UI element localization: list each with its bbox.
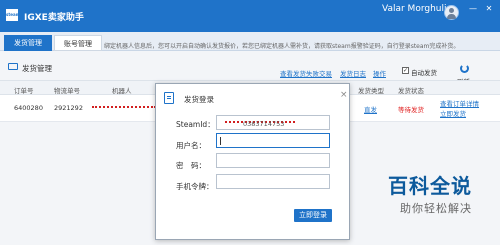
header-robot: 机器人: [112, 87, 132, 95]
ship-login-dialog: 发货登录 × SteamId： 0383714753 用户名： 密 码： 手机令…: [155, 83, 350, 240]
robot-cell-redacted: [92, 106, 156, 109]
username-label: 用户名：: [176, 141, 206, 150]
ship-type-cell[interactable]: 直发: [364, 104, 377, 114]
refresh-icon[interactable]: [460, 64, 469, 73]
notice-text: 绑定机器人信息后，您可以开启自动确认发货报价，若您已绑定机器人需补货，请获取st…: [104, 43, 460, 50]
watermark-subtitle: 助你轻松解决: [400, 202, 472, 215]
tab-bar: 发货管理 账号管理 绑定机器人信息后，您可以开启自动确认发货报价，若您已绑定机器…: [0, 32, 500, 51]
failed-trades-link[interactable]: 查看发货失败交易: [280, 68, 332, 78]
password-input[interactable]: [216, 153, 330, 168]
app-logo: steam: [6, 9, 20, 21]
title-bar: steam IGXE卖家助手 Valar Morghulis — ✕: [0, 0, 500, 32]
avatar[interactable]: [444, 5, 459, 20]
order-id-cell: 6400280: [14, 104, 43, 112]
login-button[interactable]: 立即登录: [294, 209, 332, 222]
text-caret: [220, 137, 221, 145]
auto-ship-checkbox[interactable]: ✓: [402, 67, 409, 74]
phone-token-label: 手机令牌：: [176, 182, 214, 191]
watermark-title: 百科全说: [388, 174, 472, 198]
panel-title: 发货管理: [22, 64, 52, 73]
document-icon: [164, 92, 174, 104]
dialog-close-button[interactable]: ×: [340, 90, 348, 100]
app-title: IGXE卖家助手: [24, 13, 84, 23]
view-order-detail-link[interactable]: 查看订单详情: [440, 98, 479, 108]
tab-account-management[interactable]: 账号管理: [54, 35, 102, 51]
header-logistics-id: 物流单号: [54, 87, 80, 95]
password-label: 密 码：: [176, 161, 206, 170]
auto-ship-label: 自动发货: [411, 69, 437, 77]
ship-status-cell: 等待发货: [398, 106, 424, 114]
header-order-id: 订单号: [14, 87, 34, 95]
ship-log-link[interactable]: 发货日志: [340, 68, 366, 78]
user-name: Valar Morghulis: [382, 4, 452, 14]
phone-token-input[interactable]: [216, 174, 330, 189]
header-ship-status: 发货状态: [398, 87, 424, 95]
dialog-title: 发货登录: [184, 95, 214, 104]
operation-link[interactable]: 操作: [373, 68, 386, 78]
truck-icon: [8, 63, 18, 70]
username-input[interactable]: [216, 133, 330, 148]
close-button[interactable]: ✕: [484, 4, 494, 14]
tab-shipping-management[interactable]: 发货管理: [4, 35, 52, 51]
steamid-label: SteamId：: [176, 120, 215, 129]
ship-now-link[interactable]: 立即发货: [440, 108, 466, 118]
header-ship-type: 发货类型: [358, 87, 384, 95]
logistics-id-cell: 2921292: [54, 104, 83, 112]
minimize-button[interactable]: —: [468, 4, 478, 14]
steamid-field[interactable]: 0383714753: [216, 115, 330, 130]
steamid-value: 0383714753: [243, 120, 285, 128]
